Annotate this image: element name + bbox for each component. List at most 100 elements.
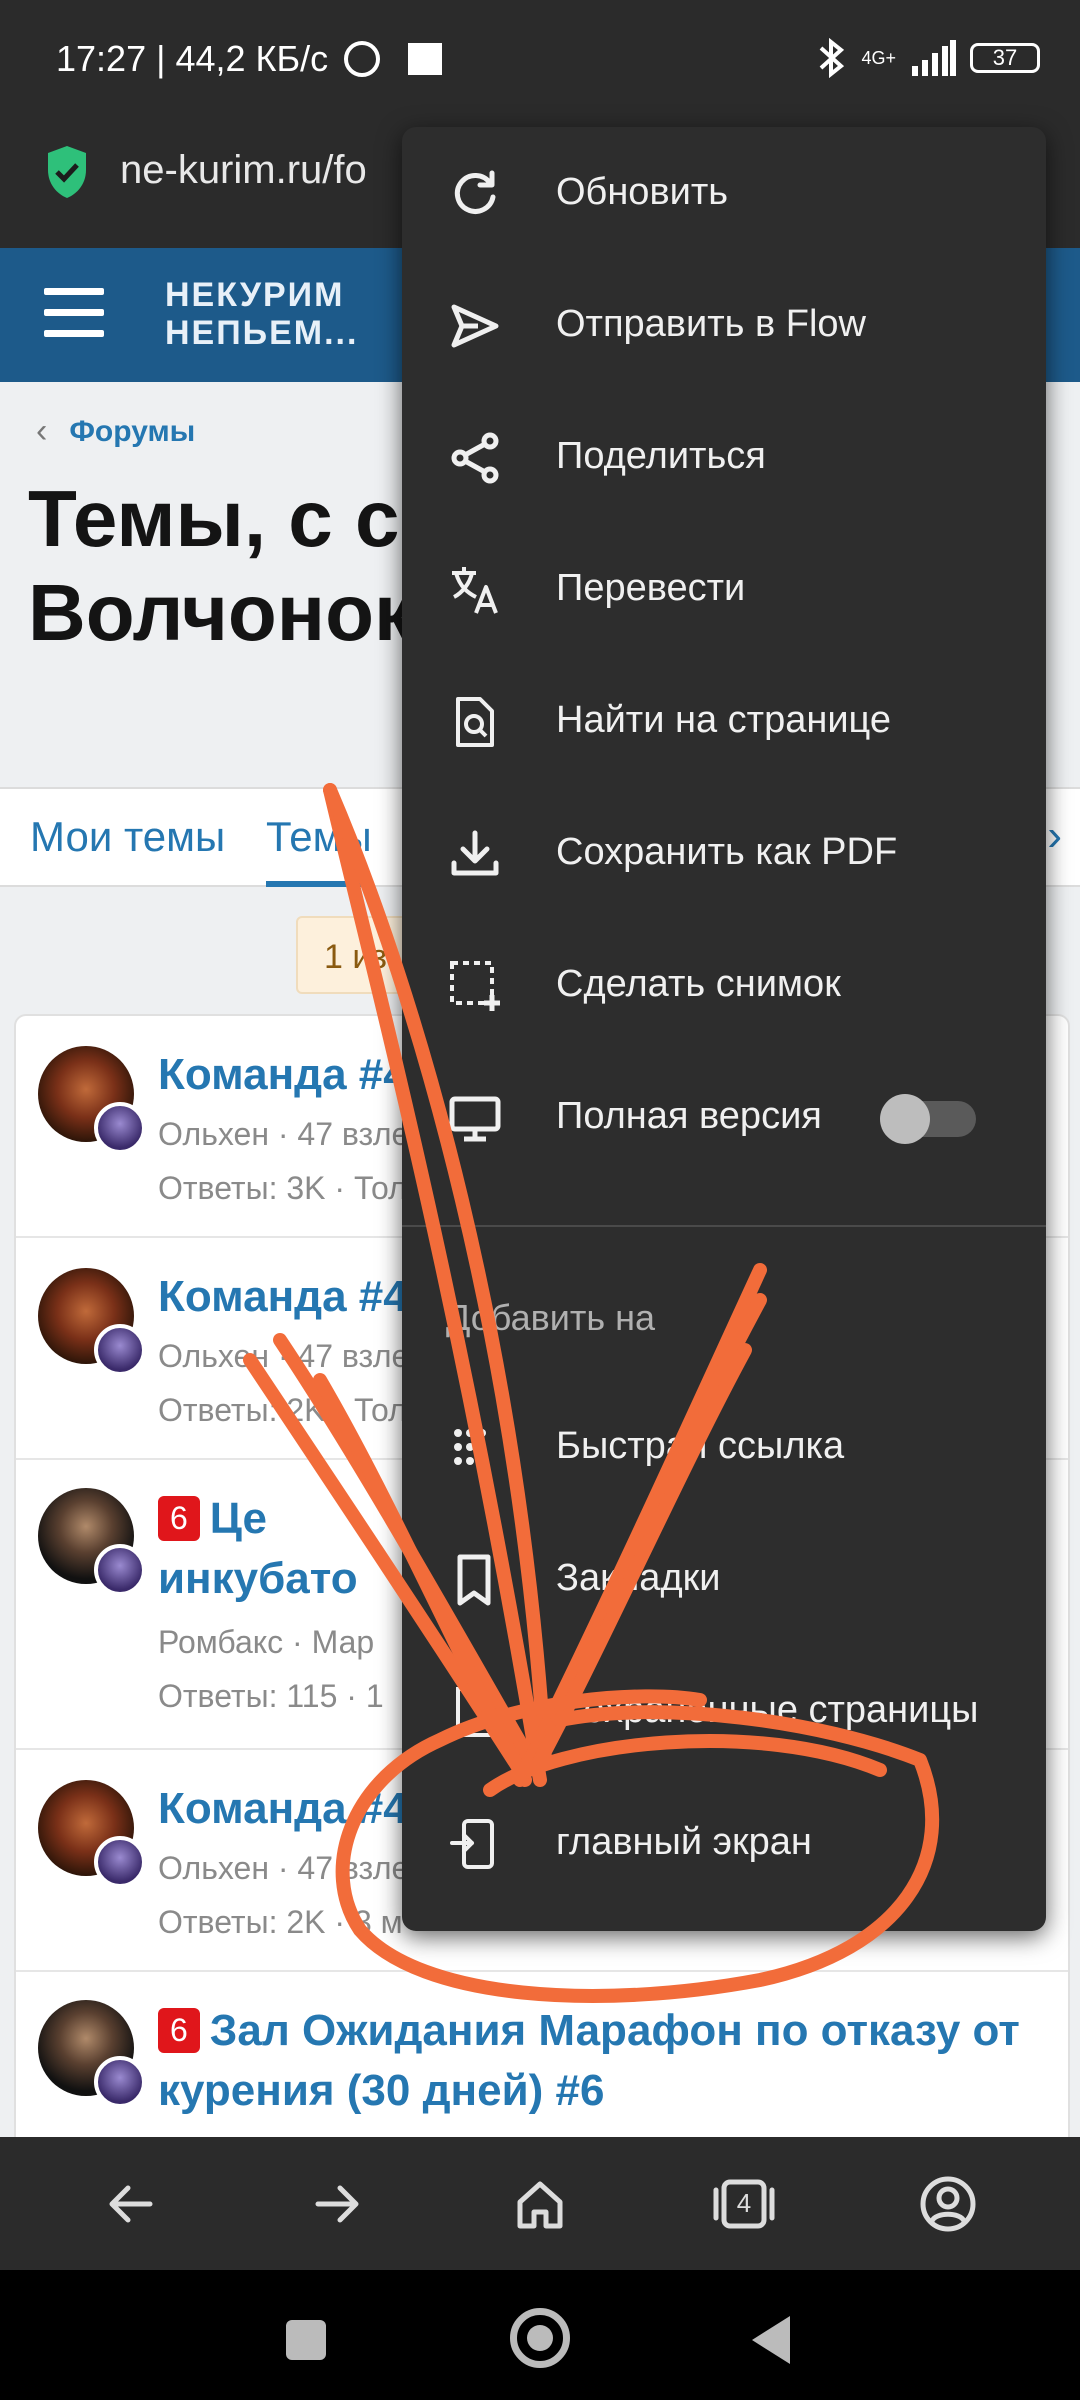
- signal-icon: [912, 40, 956, 76]
- status-right: 4G+ 37: [815, 38, 1040, 78]
- thread-title-line1: Це: [209, 1494, 267, 1543]
- menu-item-screenshot[interactable]: Сделать снимок: [402, 919, 1046, 1051]
- menu-item-refresh[interactable]: Обновить: [402, 127, 1046, 259]
- chevron-right-icon[interactable]: ›: [1047, 811, 1062, 861]
- tab-count: 4: [736, 2187, 752, 2218]
- breadcrumb[interactable]: ‹ Форумы: [36, 412, 195, 451]
- menu-item-label: Сделать снимок: [556, 963, 841, 1005]
- mini-avatar: [94, 1836, 146, 1888]
- menu-section-label: Добавить на: [446, 1297, 656, 1338]
- menu-divider: [402, 1225, 1046, 1227]
- thread-stats: Ответы: 2K · Тол: [158, 1392, 407, 1428]
- thread-title-line2[interactable]: курения (30 дней) #6: [158, 2066, 604, 2116]
- menu-item-find[interactable]: Найти на странице: [402, 655, 1046, 787]
- profile-icon[interactable]: [908, 2164, 988, 2244]
- thread-meta: Ольхен · 47 взле: [158, 1850, 410, 1886]
- system-nav-bar: [0, 2270, 1080, 2400]
- quick-link-icon: [454, 1429, 486, 1465]
- menu-item-label: Сохранить как PDF: [556, 831, 898, 873]
- site-logo[interactable]: НЕКУРИМ НЕПЬЕМ...: [165, 276, 358, 352]
- share-icon: [451, 432, 499, 484]
- tab-my-topics[interactable]: Мои темы: [30, 813, 225, 861]
- status-bar: 17:27 | 44,2 КБ/с 4G+ 37: [0, 0, 1080, 120]
- logo-line1: НЕКУРИМ: [165, 276, 345, 314]
- hamburger-menu-icon[interactable]: [44, 288, 104, 338]
- thread-stats: Ответы: 3K · Тол: [158, 1170, 407, 1206]
- forward-arrow-icon[interactable]: [296, 2164, 376, 2244]
- menu-item-label: главный экран: [556, 1821, 812, 1863]
- menu-item-label: Обновить: [556, 171, 729, 213]
- menu-item-bookmarks[interactable]: Закладки: [402, 1513, 1046, 1645]
- thread-meta: Ольхен · 47 взле: [158, 1116, 410, 1152]
- find-in-page-icon: [456, 697, 494, 747]
- thread-row[interactable]: 6 Зал Ожидания Марафон по отказу от курен…: [16, 1972, 1068, 2137]
- chevron-left-icon: ‹: [36, 412, 48, 450]
- menu-item-send-flow[interactable]: Отправить в Flow: [402, 259, 1046, 391]
- menu-item-quick-link[interactable]: Быстрая ссылка: [402, 1381, 1046, 1513]
- desktop-icon: [449, 1096, 501, 1142]
- desktop-version-toggle[interactable]: [880, 1094, 976, 1144]
- thread-title[interactable]: 6 Зал Ожидания Марафон по отказу от: [158, 2006, 1020, 2056]
- toggle-knob: [880, 1094, 930, 1144]
- thread-title[interactable]: 6 Це: [158, 1494, 267, 1544]
- mini-avatar: [94, 1102, 146, 1154]
- thread-title[interactable]: Команда #4: [158, 1272, 408, 1322]
- refresh-icon: [454, 170, 496, 214]
- menu-item-label: Быстрая ссылка: [556, 1425, 845, 1467]
- thread-title-line1: Зал Ожидания Марафон по отказу от: [209, 2006, 1020, 2055]
- menu-item-label: Отправить в Flow: [556, 303, 866, 345]
- thread-stats: Ответы: 2K · 3 м: [158, 1904, 403, 1940]
- unread-badge: 6: [158, 1496, 200, 1541]
- alarm-icon: [344, 41, 381, 77]
- menu-item-label: Сохраненные страницы: [556, 1689, 979, 1731]
- bluetooth-icon: [820, 38, 845, 78]
- secure-shield-icon: [48, 146, 86, 198]
- home-icon[interactable]: [500, 2164, 580, 2244]
- browser-menu: Обновить Отправить в Flow Поделиться Пер…: [402, 127, 1046, 1931]
- thread-meta: Ольхен · 47 взле: [158, 1338, 410, 1374]
- thread-title-line2[interactable]: инкубато: [158, 1554, 358, 1604]
- menu-item-desktop-version[interactable]: Полная версия: [402, 1051, 1046, 1183]
- tabs-icon[interactable]: 4: [704, 2164, 784, 2244]
- add-to-home-icon: [450, 1819, 494, 1869]
- network-label: 4G+: [861, 47, 896, 68]
- notification-icon: [408, 43, 443, 75]
- status-time-speed: 17:27 | 44,2 КБ/с: [56, 38, 329, 79]
- breadcrumb-link[interactable]: Форумы: [69, 415, 195, 449]
- saved-pages-icon: [456, 1687, 494, 1737]
- send-icon: [451, 304, 499, 348]
- thread-title[interactable]: Команда #4: [158, 1050, 408, 1100]
- recents-button[interactable]: [286, 2320, 326, 2360]
- browser-bottom-nav: 4: [0, 2137, 1080, 2270]
- logo-line2: НЕПЬЕМ...: [165, 314, 359, 352]
- url-text[interactable]: ne-kurim.ru/fo: [120, 148, 367, 193]
- battery-level: 37: [992, 45, 1018, 70]
- menu-item-label: Поделиться: [556, 435, 766, 477]
- status-left: 17:27 | 44,2 КБ/с: [56, 38, 443, 80]
- thread-meta: Ромбакс · Мар: [158, 1624, 375, 1660]
- menu-item-label: Перевести: [556, 567, 746, 609]
- menu-item-share[interactable]: Поделиться: [402, 391, 1046, 523]
- thread-stats: Ответы: 115 · 1: [158, 1678, 384, 1714]
- menu-item-label: Найти на странице: [556, 699, 892, 741]
- menu-item-save-pdf[interactable]: Сохранить как PDF: [402, 787, 1046, 919]
- bookmark-icon: [457, 1554, 491, 1606]
- mini-avatar: [94, 1544, 146, 1596]
- menu-item-label: Закладки: [556, 1557, 721, 1599]
- back-button[interactable]: [752, 2316, 790, 2364]
- battery-indicator: 37: [970, 43, 1040, 73]
- mini-avatar: [94, 1324, 146, 1376]
- back-arrow-icon[interactable]: [92, 2164, 172, 2244]
- home-button[interactable]: [510, 2308, 570, 2368]
- menu-item-label: Полная версия: [556, 1095, 822, 1137]
- unread-badge: 6: [158, 2008, 200, 2053]
- mini-avatar: [94, 2056, 146, 2108]
- download-icon: [451, 830, 499, 876]
- menu-item-home-screen[interactable]: главный экран: [402, 1777, 1046, 1909]
- screenshot-icon: [450, 961, 500, 1011]
- thread-title[interactable]: Команда #4: [158, 1784, 408, 1834]
- menu-item-saved-pages[interactable]: Сохраненные страницы: [402, 1645, 1046, 1777]
- menu-item-translate[interactable]: Перевести: [402, 523, 1046, 655]
- tab-topics[interactable]: Темы: [266, 813, 372, 887]
- translate-icon: [452, 567, 498, 614]
